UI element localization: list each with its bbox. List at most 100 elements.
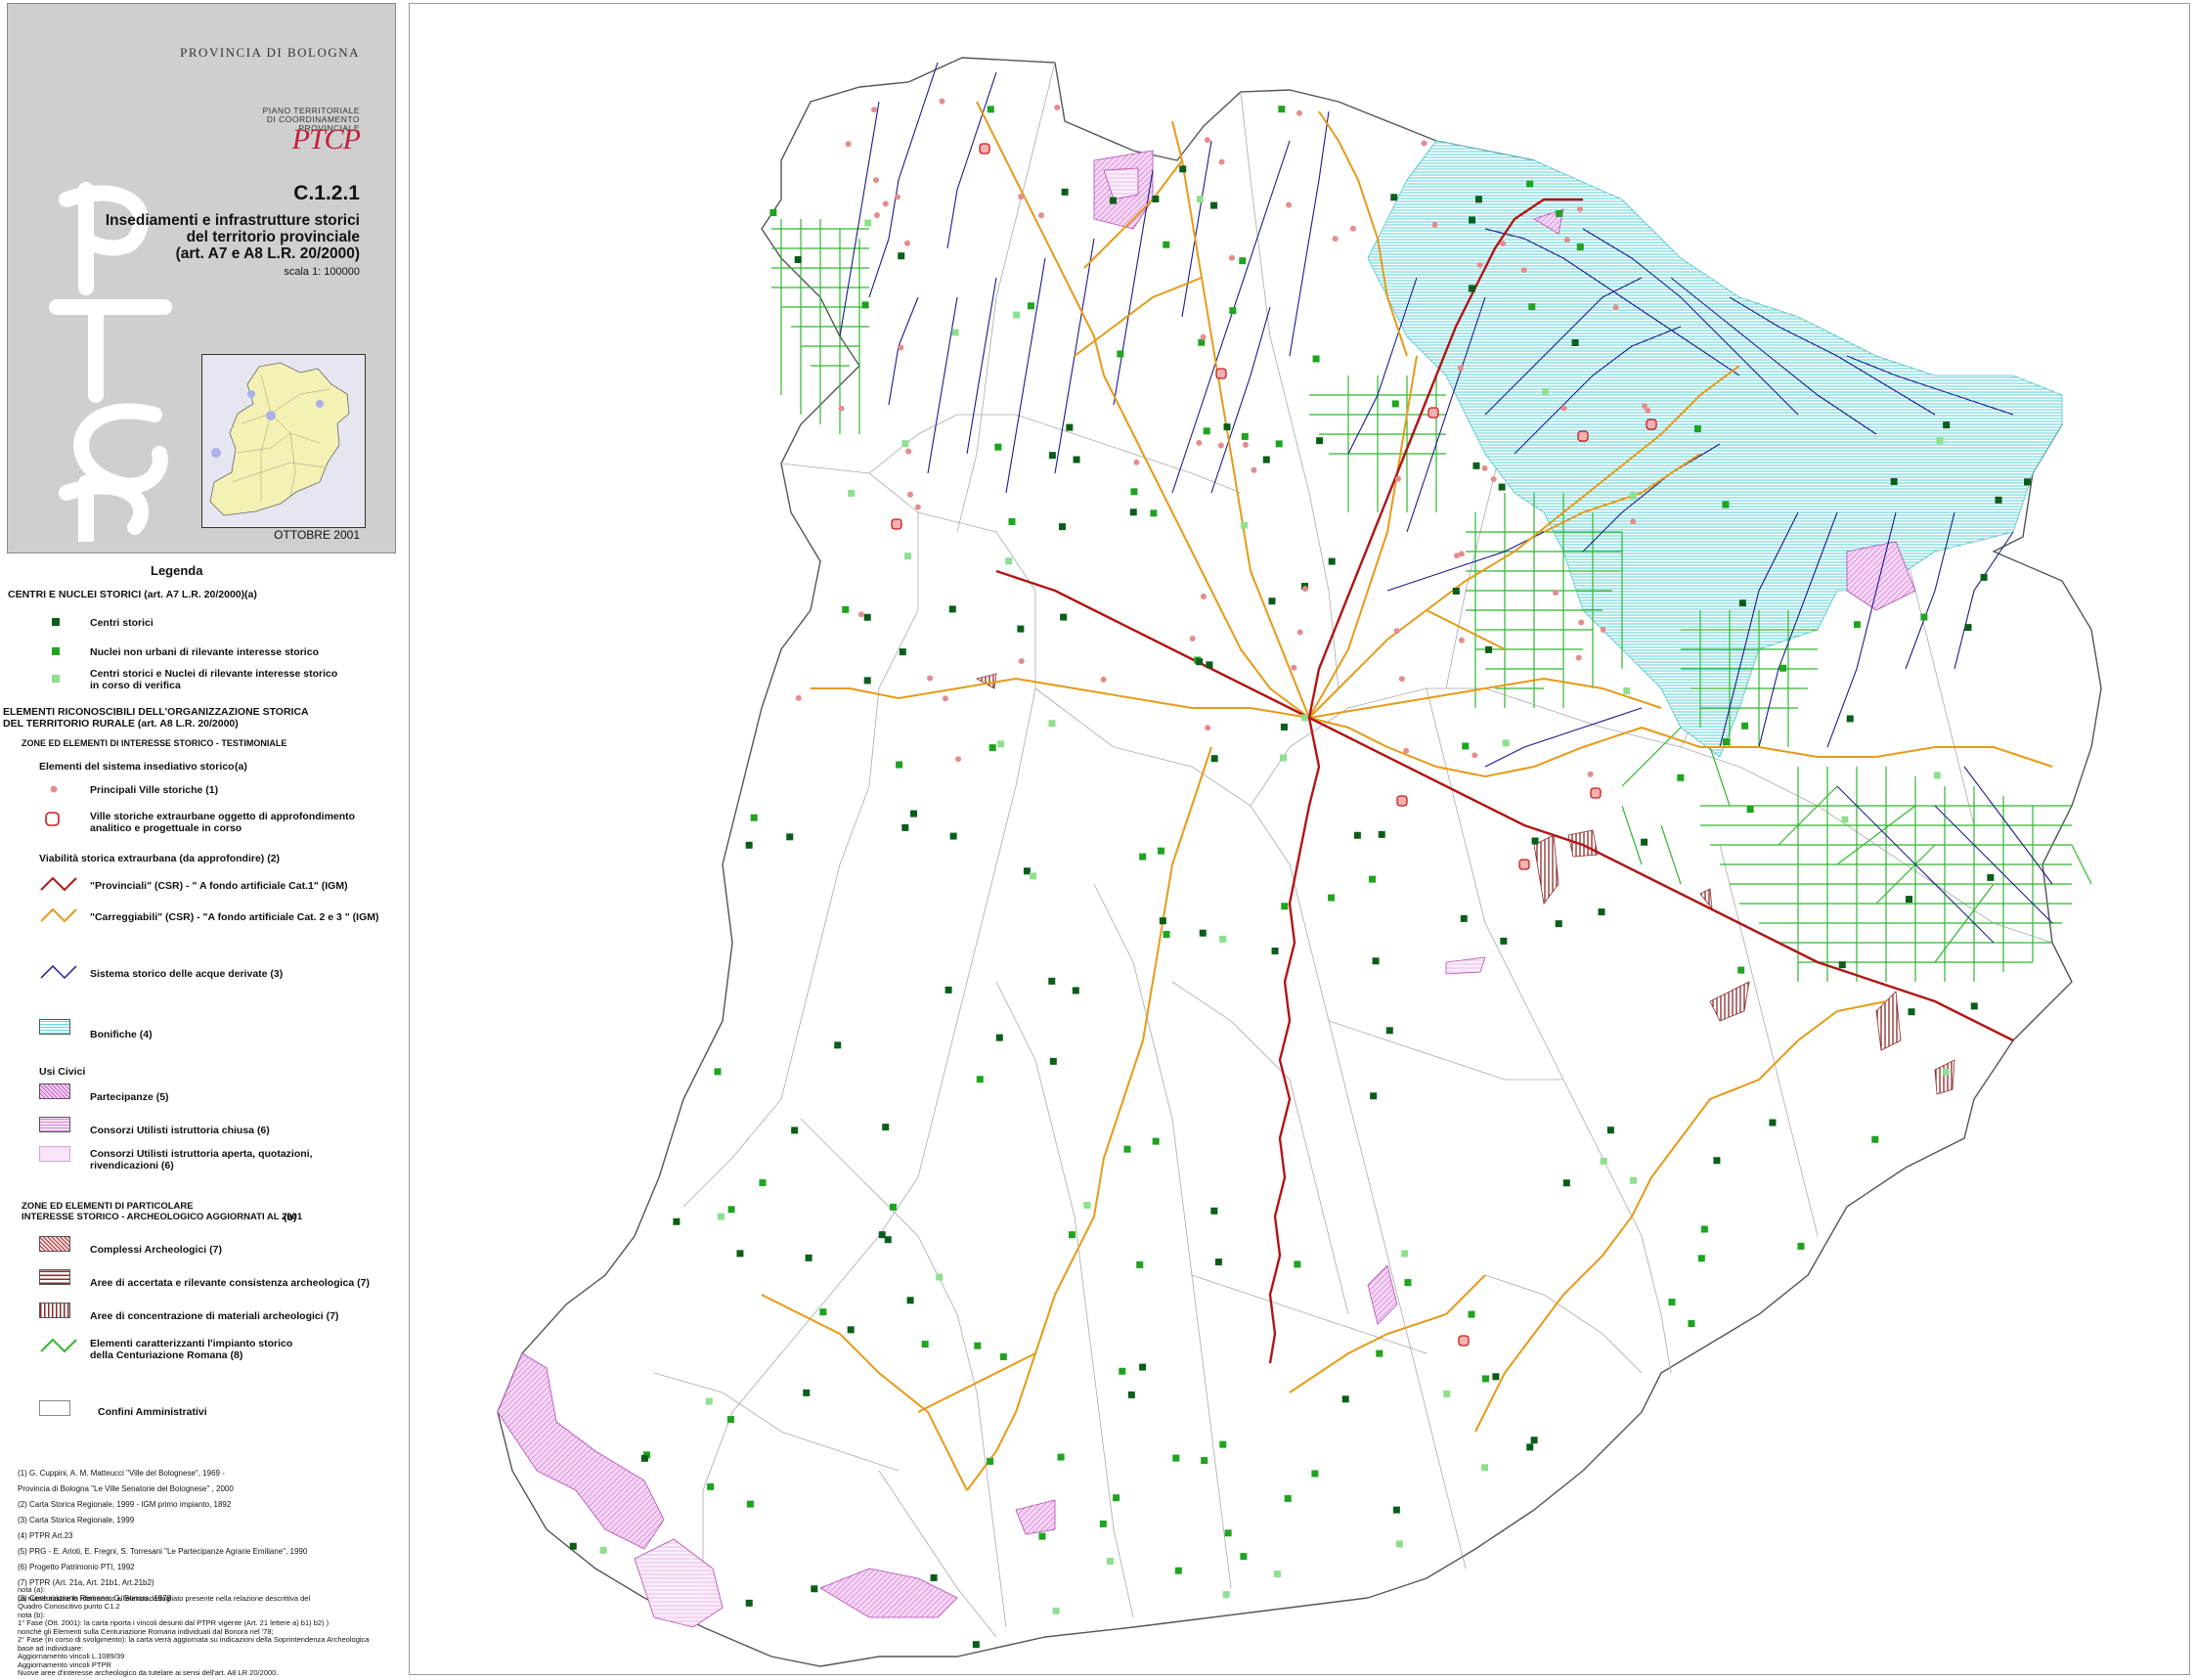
- nucleo-storico-marker: [1130, 488, 1138, 496]
- verifica-marker: [1623, 686, 1631, 694]
- centro-storico-marker: [1210, 1207, 1218, 1215]
- villa-extraurbana-marker: [979, 143, 990, 155]
- centro-storico-marker: [910, 810, 918, 818]
- verifica-marker: [936, 1273, 944, 1281]
- aree-concentrazione-symbol: [39, 1303, 70, 1318]
- centro-storico-marker: [1058, 523, 1066, 531]
- verifica-marker: [1013, 311, 1021, 319]
- centro-storico-marker: [1378, 830, 1385, 838]
- nucleo-storico-marker: [726, 1416, 734, 1424]
- villa-storica-marker: [1398, 676, 1405, 683]
- villa-extraurbana-marker: [1458, 1335, 1470, 1347]
- centro-storico-marker: [1341, 1395, 1349, 1403]
- centro-storico-marker: [1526, 1443, 1534, 1451]
- nucleo-storico-marker: [1163, 241, 1170, 248]
- nucleo-storico-marker: [1068, 1231, 1076, 1239]
- centro-storico-marker: [1109, 197, 1117, 204]
- villa-storica-marker: [905, 448, 912, 455]
- nucleo-storico-marker: [1099, 1520, 1107, 1527]
- verifica-marker: [1481, 1464, 1489, 1472]
- villa-storica-marker: [1251, 466, 1257, 473]
- locator-inset-map: [201, 354, 366, 528]
- villa-storica-marker: [1563, 237, 1570, 243]
- villa-storica-marker: [927, 675, 934, 682]
- legend-note-line: 2° Fase (in corso di svolgimento): la ca…: [18, 1635, 370, 1644]
- centro-storico-marker: [745, 841, 753, 849]
- nucleo-storico-marker: [1311, 1470, 1319, 1478]
- centri-storici-symbol: [52, 618, 60, 626]
- villa-extraurbana-marker: [1427, 407, 1439, 419]
- verifica-marker: [705, 1397, 713, 1405]
- villa-storica-marker: [795, 694, 802, 701]
- villa-storica-marker: [1553, 590, 1559, 597]
- nucleo-storico-marker: [1328, 894, 1336, 902]
- nucleo-storico-marker: [1779, 664, 1787, 672]
- centro-storico-marker: [1598, 908, 1605, 916]
- centro-storico-marker: [1196, 658, 1204, 666]
- centro-storico-marker: [1159, 917, 1166, 925]
- villa-storica-marker: [1600, 627, 1606, 634]
- verifica-marker: [1629, 492, 1637, 500]
- centro-storico-marker: [1943, 421, 1951, 429]
- legend-heading: Legenda: [151, 563, 203, 578]
- centro-storico-marker: [1370, 1092, 1378, 1100]
- legend-source-line: (1) G. Cuppini, A. M. Matteucci "Ville d…: [18, 1469, 225, 1478]
- centro-storico-marker: [878, 1231, 886, 1239]
- verifica-marker: [718, 1213, 725, 1220]
- centro-storico-marker: [1129, 508, 1137, 516]
- centro-storico-marker: [1210, 755, 1218, 763]
- nucleo-storico-marker: [1275, 440, 1283, 448]
- nucleo-storico-marker: [1240, 1553, 1248, 1561]
- centro-storico-marker: [834, 1041, 842, 1049]
- nucleo-storico-marker: [1139, 853, 1147, 861]
- centro-storico-marker: [898, 252, 905, 260]
- villa-storica-marker: [838, 405, 845, 412]
- nucleo-storico-marker: [1369, 875, 1376, 883]
- verifica-marker: [1542, 387, 1550, 395]
- villa-storica-marker: [873, 212, 880, 219]
- nucleo-storico-marker: [746, 1500, 754, 1508]
- centro-storico-marker: [805, 1254, 813, 1261]
- nucleo-storico-marker: [1404, 1279, 1412, 1287]
- centro-storico-marker: [1049, 1057, 1057, 1065]
- villa-storica-marker: [1200, 333, 1207, 340]
- centro-storico-marker: [1048, 977, 1056, 985]
- legend-centri-storici: Centri storici: [90, 617, 154, 629]
- nucleo-storico-marker: [1117, 350, 1124, 358]
- nucleo-storico-marker: [819, 1308, 827, 1316]
- centro-storico-marker: [1995, 496, 2002, 504]
- centro-storico-marker: [1713, 1157, 1721, 1165]
- centro-storico-marker: [930, 1573, 938, 1581]
- centro-storico-marker: [901, 823, 909, 831]
- centro-storico-marker: [1073, 456, 1080, 464]
- villa-storica-marker: [1421, 140, 1427, 147]
- nucleo-storico-marker: [1278, 106, 1286, 113]
- villa-storica-marker: [1645, 407, 1651, 414]
- nucleo-storico-marker: [1008, 517, 1016, 525]
- villa-storica-marker: [1454, 553, 1461, 559]
- verifica-marker: [1219, 935, 1227, 943]
- centro-storico-marker: [673, 1217, 681, 1225]
- villa-storica-marker: [1218, 158, 1225, 165]
- villa-storica-marker: [898, 344, 904, 351]
- villa-storica-marker: [1457, 365, 1464, 372]
- nuclei-symbol: [52, 647, 60, 655]
- legend-zone-testimoniale: ZONE ED ELEMENTI DI INTERESSE STORICO - …: [22, 738, 287, 748]
- verifica-marker: [1933, 772, 1941, 779]
- partecipanze-symbol: [39, 1083, 70, 1099]
- nucleo-storico-marker: [1677, 774, 1685, 781]
- legend-source-line: (5) PRG - E. Arioti, E. Fregni, S. Torre…: [18, 1547, 308, 1556]
- legend-partecipanze: Partecipanze (5): [90, 1091, 169, 1103]
- centro-storico-marker: [1017, 625, 1025, 633]
- centro-storico-marker: [1072, 987, 1079, 995]
- nucleo-storico-marker: [896, 761, 903, 769]
- centro-storico-marker: [1500, 937, 1508, 945]
- legend-complessi: Complessi Archeologici (7): [90, 1244, 222, 1256]
- villa-storica-marker: [914, 504, 921, 510]
- centro-storico-marker: [1316, 437, 1324, 445]
- centro-storico-marker: [1606, 1127, 1614, 1134]
- centro-storico-marker: [745, 1599, 753, 1607]
- villa-storica-marker: [1018, 658, 1025, 665]
- centro-storico-marker: [1555, 920, 1562, 928]
- map-date: OTTOBRE 2001: [274, 528, 360, 542]
